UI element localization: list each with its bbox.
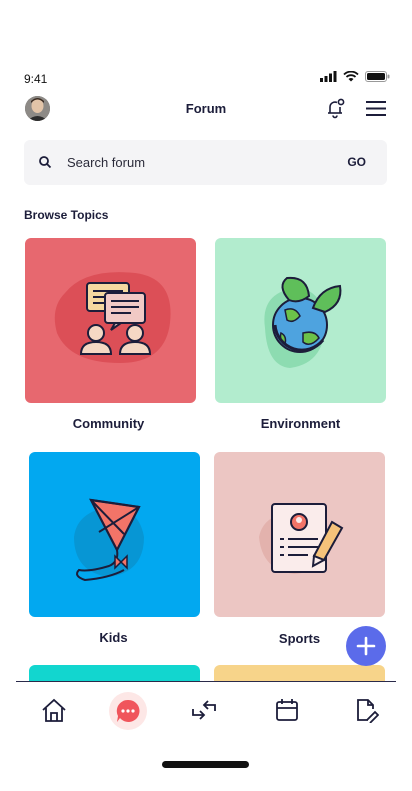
- topic-card-partial-1[interactable]: [29, 665, 200, 681]
- globe-leaves-icon: [264, 276, 342, 368]
- nav-chat[interactable]: [108, 691, 148, 736]
- battery-icon: [365, 71, 390, 82]
- document-edit-icon: [357, 699, 380, 724]
- calendar-icon: [276, 699, 298, 721]
- topic-card-sports[interactable]: [214, 452, 385, 617]
- swap-icon: [192, 700, 216, 720]
- document-pen-icon: [259, 503, 344, 574]
- topic-card-partial-2[interactable]: [214, 665, 385, 681]
- status-icons: [320, 71, 390, 82]
- search-bar[interactable]: Search forum GO: [24, 140, 387, 185]
- nav-divider: [16, 681, 396, 682]
- home-icon: [42, 698, 66, 722]
- menu-icon[interactable]: [366, 101, 386, 121]
- search-go-button[interactable]: GO: [347, 155, 366, 169]
- plus-icon: [356, 636, 376, 656]
- nav-documents[interactable]: [353, 697, 380, 728]
- section-title: Browse Topics: [24, 208, 109, 222]
- search-input[interactable]: Search forum: [67, 155, 145, 170]
- home-indicator[interactable]: [162, 761, 249, 768]
- nav-home[interactable]: [40, 697, 68, 728]
- topic-label-kids: Kids: [99, 630, 128, 645]
- topic-card-community[interactable]: [25, 238, 196, 403]
- topic-label-environment: Environment: [260, 416, 341, 431]
- status-time: 9:41: [24, 72, 48, 86]
- signal-icon: [320, 71, 337, 82]
- chat-icon: [109, 692, 147, 730]
- community-icon: [54, 272, 171, 363]
- nav-swap[interactable]: [190, 697, 218, 728]
- bell-icon[interactable]: [325, 97, 347, 124]
- topic-card-kids[interactable]: [29, 452, 200, 617]
- nav-calendar[interactable]: [274, 697, 300, 728]
- add-post-button[interactable]: [346, 626, 386, 666]
- topic-card-environment[interactable]: [215, 238, 386, 403]
- page-title: Forum: [185, 101, 227, 116]
- wifi-icon: [343, 71, 359, 82]
- search-icon: [39, 156, 52, 169]
- topic-label-community: Community: [72, 416, 145, 431]
- kite-icon: [74, 498, 144, 582]
- bottom-nav: [0, 683, 412, 741]
